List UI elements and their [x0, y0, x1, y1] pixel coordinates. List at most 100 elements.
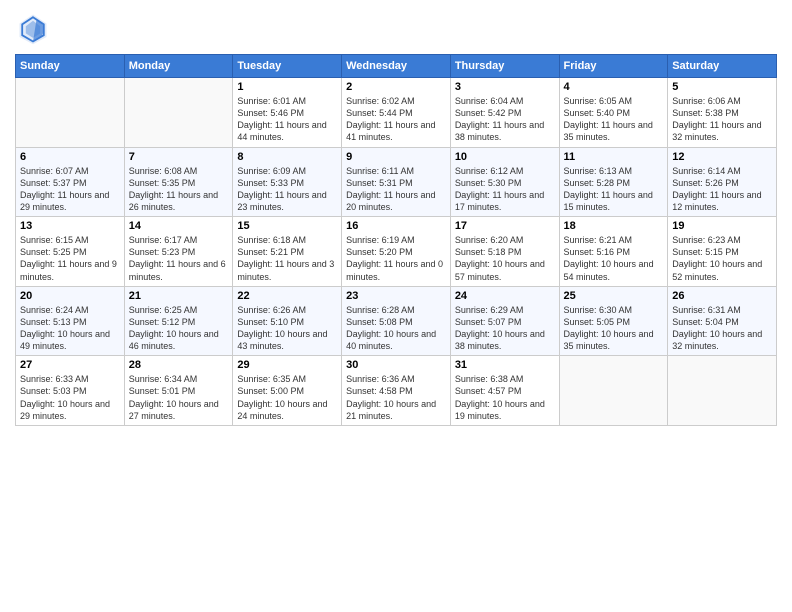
table-cell: 26 Sunrise: 6:31 AMSunset: 5:04 PMDayligh…: [668, 286, 777, 356]
logo: [15, 10, 55, 46]
day-info: Sunrise: 6:08 AMSunset: 5:35 PMDaylight:…: [129, 165, 229, 214]
col-wednesday: Wednesday: [342, 55, 451, 78]
day-number: 21: [129, 290, 229, 302]
day-info: Sunrise: 6:38 AMSunset: 4:57 PMDaylight:…: [455, 373, 555, 422]
col-sunday: Sunday: [16, 55, 125, 78]
table-cell: 8Sunrise: 6:09 AMSunset: 5:33 PMDaylight…: [233, 147, 342, 217]
day-info: Sunrise: 6:01 AMSunset: 5:46 PMDaylight:…: [237, 95, 337, 144]
day-number: 19: [672, 220, 772, 232]
calendar-week-row: 20 Sunrise: 6:24 AMSunset: 5:13 PMDayligh…: [16, 286, 777, 356]
day-info: Sunrise: 6:30 AMSunset: 5:05 PMDaylight:…: [564, 304, 664, 353]
day-number: 3: [455, 81, 555, 93]
table-cell: 21 Sunrise: 6:25 AMSunset: 5:12 PMDayligh…: [124, 286, 233, 356]
table-cell: 1 Sunrise: 6:01 AMSunset: 5:46 PMDaylight…: [233, 78, 342, 148]
table-cell: 22 Sunrise: 6:26 AMSunset: 5:10 PMDayligh…: [233, 286, 342, 356]
table-cell: 4 Sunrise: 6:05 AMSunset: 5:40 PMDaylight…: [559, 78, 668, 148]
day-number: 12: [672, 151, 772, 163]
day-number: 27: [20, 359, 120, 371]
day-info: Sunrise: 6:12 AMSunset: 5:30 PMDaylight:…: [455, 165, 555, 214]
calendar-table: Sunday Monday Tuesday Wednesday Thursday…: [15, 54, 777, 426]
header: [15, 10, 777, 46]
table-cell: 7 Sunrise: 6:08 AMSunset: 5:35 PMDaylight…: [124, 147, 233, 217]
table-cell: [124, 78, 233, 148]
day-info: Sunrise: 6:33 AMSunset: 5:03 PMDaylight:…: [20, 373, 120, 422]
calendar-header-row: Sunday Monday Tuesday Wednesday Thursday…: [16, 55, 777, 78]
table-cell: [559, 356, 668, 426]
day-info: Sunrise: 6:17 AMSunset: 5:23 PMDaylight:…: [129, 234, 229, 283]
day-info: Sunrise: 6:24 AMSunset: 5:13 PMDaylight:…: [20, 304, 120, 353]
day-number: 26: [672, 290, 772, 302]
day-info: Sunrise: 6:31 AMSunset: 5:04 PMDaylight:…: [672, 304, 772, 353]
table-cell: 5Sunrise: 6:06 AMSunset: 5:38 PMDaylight…: [668, 78, 777, 148]
table-cell: 12 Sunrise: 6:14 AMSunset: 5:26 PMDayligh…: [668, 147, 777, 217]
day-number: 4: [564, 81, 664, 93]
day-info: Sunrise: 6:07 AMSunset: 5:37 PMDaylight:…: [20, 165, 120, 214]
col-monday: Monday: [124, 55, 233, 78]
day-info: Sunrise: 6:14 AMSunset: 5:26 PMDaylight:…: [672, 165, 772, 214]
day-number: 13: [20, 220, 120, 232]
table-cell: 13 Sunrise: 6:15 AMSunset: 5:25 PMDayligh…: [16, 217, 125, 287]
calendar-week-row: 27 Sunrise: 6:33 AMSunset: 5:03 PMDayligh…: [16, 356, 777, 426]
col-tuesday: Tuesday: [233, 55, 342, 78]
day-info: Sunrise: 6:26 AMSunset: 5:10 PMDaylight:…: [237, 304, 337, 353]
day-number: 9: [346, 151, 446, 163]
table-cell: 23Sunrise: 6:28 AMSunset: 5:08 PMDayligh…: [342, 286, 451, 356]
table-cell: 10 Sunrise: 6:12 AMSunset: 5:30 PMDayligh…: [450, 147, 559, 217]
table-cell: 27 Sunrise: 6:33 AMSunset: 5:03 PMDayligh…: [16, 356, 125, 426]
day-number: 25: [564, 290, 664, 302]
table-cell: [16, 78, 125, 148]
day-number: 6: [20, 151, 120, 163]
table-cell: 30Sunrise: 6:36 AMSunset: 4:58 PMDayligh…: [342, 356, 451, 426]
day-number: 15: [237, 220, 337, 232]
day-number: 18: [564, 220, 664, 232]
day-info: Sunrise: 6:34 AMSunset: 5:01 PMDaylight:…: [129, 373, 229, 422]
table-cell: 15 Sunrise: 6:18 AMSunset: 5:21 PMDayligh…: [233, 217, 342, 287]
day-info: Sunrise: 6:06 AMSunset: 5:38 PMDaylight:…: [672, 95, 772, 144]
day-info: Sunrise: 6:05 AMSunset: 5:40 PMDaylight:…: [564, 95, 664, 144]
calendar-week-row: 6 Sunrise: 6:07 AMSunset: 5:37 PMDaylight…: [16, 147, 777, 217]
table-cell: 16 Sunrise: 6:19 AMSunset: 5:20 PMDayligh…: [342, 217, 451, 287]
day-number: 24: [455, 290, 555, 302]
day-info: Sunrise: 6:23 AMSunset: 5:15 PMDaylight:…: [672, 234, 772, 283]
day-number: 7: [129, 151, 229, 163]
day-info: Sunrise: 6:28 AMSunset: 5:08 PMDaylight:…: [346, 304, 446, 353]
day-number: 20: [20, 290, 120, 302]
table-cell: 17Sunrise: 6:20 AMSunset: 5:18 PMDayligh…: [450, 217, 559, 287]
day-number: 10: [455, 151, 555, 163]
day-info: Sunrise: 6:02 AMSunset: 5:44 PMDaylight:…: [346, 95, 446, 144]
calendar-week-row: 1 Sunrise: 6:01 AMSunset: 5:46 PMDaylight…: [16, 78, 777, 148]
day-info: Sunrise: 6:36 AMSunset: 4:58 PMDaylight:…: [346, 373, 446, 422]
day-info: Sunrise: 6:35 AMSunset: 5:00 PMDaylight:…: [237, 373, 337, 422]
day-info: Sunrise: 6:25 AMSunset: 5:12 PMDaylight:…: [129, 304, 229, 353]
day-number: 8: [237, 151, 337, 163]
table-cell: 28Sunrise: 6:34 AMSunset: 5:01 PMDayligh…: [124, 356, 233, 426]
calendar-week-row: 13 Sunrise: 6:15 AMSunset: 5:25 PMDayligh…: [16, 217, 777, 287]
table-cell: 29 Sunrise: 6:35 AMSunset: 5:00 PMDayligh…: [233, 356, 342, 426]
table-cell: 18 Sunrise: 6:21 AMSunset: 5:16 PMDayligh…: [559, 217, 668, 287]
table-cell: 31 Sunrise: 6:38 AMSunset: 4:57 PMDayligh…: [450, 356, 559, 426]
day-info: Sunrise: 6:13 AMSunset: 5:28 PMDaylight:…: [564, 165, 664, 214]
day-number: 1: [237, 81, 337, 93]
day-info: Sunrise: 6:04 AMSunset: 5:42 PMDaylight:…: [455, 95, 555, 144]
day-number: 16: [346, 220, 446, 232]
day-info: Sunrise: 6:11 AMSunset: 5:31 PMDaylight:…: [346, 165, 446, 214]
table-cell: 2Sunrise: 6:02 AMSunset: 5:44 PMDaylight…: [342, 78, 451, 148]
day-number: 31: [455, 359, 555, 371]
col-saturday: Saturday: [668, 55, 777, 78]
day-info: Sunrise: 6:20 AMSunset: 5:18 PMDaylight:…: [455, 234, 555, 283]
day-number: 14: [129, 220, 229, 232]
day-number: 11: [564, 151, 664, 163]
table-cell: 25 Sunrise: 6:30 AMSunset: 5:05 PMDayligh…: [559, 286, 668, 356]
day-info: Sunrise: 6:15 AMSunset: 5:25 PMDaylight:…: [20, 234, 120, 283]
col-thursday: Thursday: [450, 55, 559, 78]
day-number: 22: [237, 290, 337, 302]
table-cell: [668, 356, 777, 426]
table-cell: 14 Sunrise: 6:17 AMSunset: 5:23 PMDayligh…: [124, 217, 233, 287]
page: Sunday Monday Tuesday Wednesday Thursday…: [0, 0, 792, 612]
table-cell: 9 Sunrise: 6:11 AMSunset: 5:31 PMDaylight…: [342, 147, 451, 217]
day-info: Sunrise: 6:21 AMSunset: 5:16 PMDaylight:…: [564, 234, 664, 283]
day-number: 29: [237, 359, 337, 371]
day-info: Sunrise: 6:19 AMSunset: 5:20 PMDaylight:…: [346, 234, 446, 283]
day-info: Sunrise: 6:18 AMSunset: 5:21 PMDaylight:…: [237, 234, 337, 283]
table-cell: 19 Sunrise: 6:23 AMSunset: 5:15 PMDayligh…: [668, 217, 777, 287]
